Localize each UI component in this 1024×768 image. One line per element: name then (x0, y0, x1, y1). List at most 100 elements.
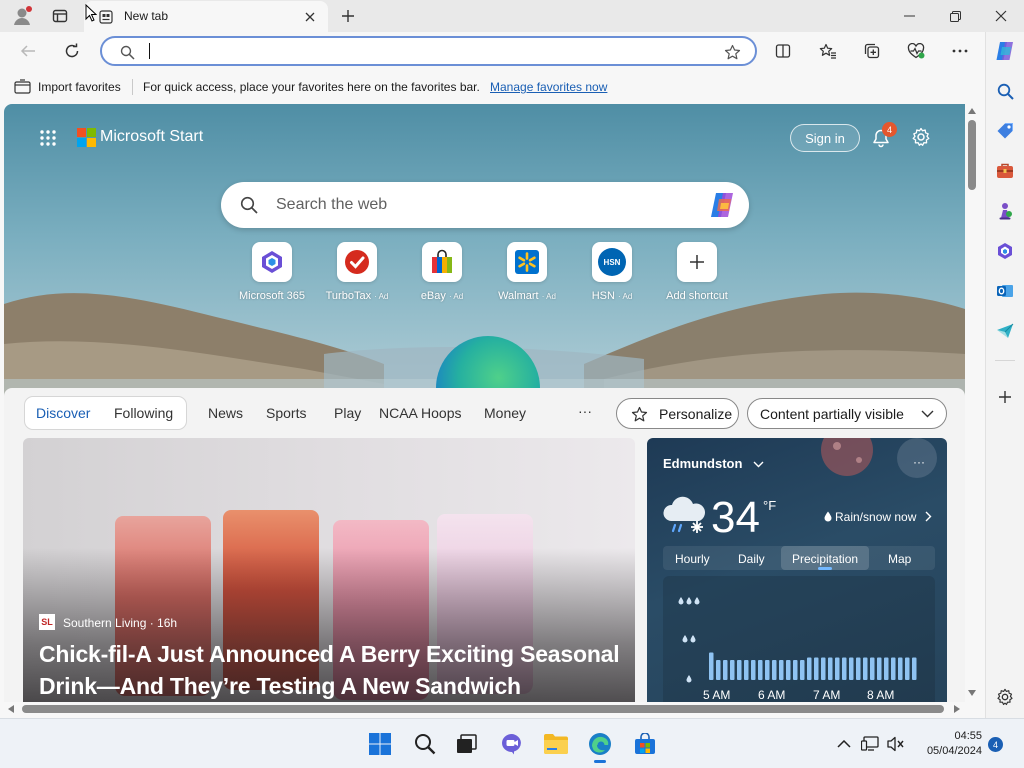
notification-center-badge[interactable]: 4 (988, 737, 1003, 752)
vertical-scroll-thumb[interactable] (968, 120, 976, 190)
page-settings-gear-icon[interactable] (910, 126, 932, 148)
scroll-left-arrow-icon[interactable] (8, 705, 14, 713)
minimize-button[interactable] (886, 0, 932, 32)
weather-tab-daily[interactable]: Daily (738, 552, 765, 566)
ad-label: · Ad (374, 292, 389, 301)
precipitation-bar (744, 660, 749, 680)
nav-ncaa-hoops[interactable]: NCAA Hoops (379, 405, 461, 421)
shortcut-microsoft-365[interactable]: Microsoft 365 (232, 242, 312, 302)
active-tab[interactable]: New tab (84, 1, 328, 32)
shortcut-ebay[interactable]: eBay · Ad (402, 242, 482, 302)
outlook-icon[interactable] (994, 280, 1016, 302)
taskbar-search-icon[interactable] (411, 730, 439, 758)
edge-taskbar-icon[interactable] (586, 730, 614, 763)
weather-tab-map[interactable]: Map (888, 552, 911, 566)
weather-more: ··· (913, 455, 925, 469)
restore-button[interactable] (932, 0, 978, 32)
close-window-button[interactable] (978, 0, 1024, 32)
horizontal-scrollbar[interactable] (4, 702, 965, 716)
shortcut-label: eBay (420, 290, 446, 302)
personalize-button[interactable]: Personalize (616, 398, 739, 429)
chevron-right-icon[interactable] (923, 509, 933, 523)
more-options-icon[interactable] (950, 41, 970, 61)
favorite-star-icon[interactable] (722, 42, 742, 62)
file-explorer-icon[interactable] (542, 730, 570, 758)
import-favorites-icon[interactable] (13, 78, 31, 94)
back-arrow-icon[interactable] (18, 41, 38, 61)
split-screen-icon[interactable] (773, 41, 793, 61)
import-favorites-link[interactable]: Import favorites (38, 80, 121, 94)
horizontal-scroll-thumb[interactable] (22, 705, 944, 713)
turbotax-icon (337, 242, 377, 282)
ad-label: · Ad (541, 292, 556, 301)
hero-article-card[interactable]: SL Southern Living · 16h Chick-fil-A Jus… (23, 438, 635, 702)
nav-sports[interactable]: Sports (266, 405, 306, 421)
web-search-box[interactable] (221, 182, 749, 228)
nav-play[interactable]: Play (334, 405, 361, 421)
send-plane-icon[interactable] (994, 320, 1016, 342)
add-sidebar-app-plus-icon[interactable] (994, 386, 1016, 408)
microsoft-365-sidebar-icon[interactable] (994, 240, 1016, 262)
shortcut-turbotax[interactable]: TurboTax · Ad (317, 242, 397, 302)
precipitation-chart: 5 AM 6 AM 7 AM 8 AM (663, 576, 935, 702)
shortcut-walmart[interactable]: Walmart · Ad (487, 242, 567, 302)
nav-news[interactable]: News (208, 405, 243, 421)
scroll-down-arrow-icon[interactable] (968, 690, 976, 696)
collections-icon[interactable] (862, 41, 882, 61)
scroll-up-arrow-icon[interactable] (968, 108, 976, 114)
new-tab-plus-icon[interactable] (338, 6, 358, 26)
search-sidebar-icon[interactable] (994, 80, 1016, 102)
shortcut-add[interactable]: Add shortcut (657, 242, 737, 302)
address-input[interactable] (146, 42, 706, 60)
shortcut-hsn[interactable]: HSN HSN · Ad (572, 242, 652, 302)
show-hidden-icons-chevron-icon[interactable] (830, 730, 858, 758)
manage-favorites-link[interactable]: Manage favorites now (490, 80, 607, 94)
profile-icon[interactable] (10, 4, 34, 28)
chevron-down-icon[interactable] (751, 458, 765, 470)
tab-following[interactable]: Following (114, 405, 173, 421)
games-chess-icon[interactable] (994, 200, 1016, 222)
tab-discover[interactable]: Discover (36, 405, 90, 421)
tab-actions-icon[interactable] (50, 6, 70, 26)
refresh-icon[interactable] (62, 41, 82, 61)
weather-tab-precipitation[interactable]: Precipitation (792, 552, 858, 566)
network-display-icon[interactable] (856, 730, 884, 758)
volume-muted-icon[interactable] (882, 730, 910, 758)
close-tab-icon[interactable] (302, 9, 318, 25)
article-headline[interactable]: Chick-fil-A Just Announced A Berry Excit… (39, 638, 629, 702)
active-app-indicator (594, 760, 606, 763)
web-search-input[interactable] (276, 195, 676, 215)
nav-money[interactable]: Money (484, 405, 526, 421)
weather-tab-hourly[interactable]: Hourly (675, 552, 710, 566)
task-view-icon[interactable] (453, 730, 481, 758)
copilot-sidebar-icon[interactable] (994, 40, 1016, 62)
content-visibility-dropdown[interactable]: Content partially visible (747, 398, 947, 429)
weather-card[interactable]: Edmundston ··· 34 °F Rain/snow now Hourl… (647, 438, 947, 702)
browser-essentials-icon[interactable] (905, 41, 927, 61)
nav-more-button[interactable]: ··· (578, 403, 592, 419)
time-label: 7 AM (813, 688, 841, 702)
favorites-icon[interactable] (818, 41, 838, 61)
sign-in-button[interactable]: Sign in (790, 124, 860, 152)
address-bar[interactable] (100, 36, 757, 66)
tools-briefcase-icon[interactable] (994, 160, 1016, 182)
copilot-icon[interactable] (707, 191, 737, 219)
chat-meet-icon[interactable] (498, 730, 526, 758)
weather-location[interactable]: Edmundston (663, 456, 742, 471)
microsoft-store-icon[interactable] (631, 730, 659, 758)
vertical-scrollbar[interactable] (965, 104, 979, 702)
weather-condition[interactable]: Rain/snow now (835, 510, 916, 524)
precipitation-bar (835, 657, 840, 680)
mouse-cursor-icon (84, 3, 98, 23)
search-icon (118, 43, 136, 61)
scroll-right-arrow-icon[interactable] (954, 705, 960, 713)
windows-start-icon[interactable] (366, 730, 394, 758)
precipitation-bar (898, 657, 903, 680)
system-clock[interactable]: 04:55 05/04/2024 (910, 729, 982, 759)
sidebar-settings-gear-icon[interactable] (994, 686, 1016, 708)
weather-more-icon[interactable]: ··· (907, 455, 931, 469)
shopping-tag-icon[interactable] (994, 120, 1016, 142)
temperature-unit[interactable]: °F (763, 498, 776, 513)
favorites-hint: For quick access, place your favorites h… (143, 80, 480, 94)
app-launcher-icon[interactable] (38, 128, 58, 148)
